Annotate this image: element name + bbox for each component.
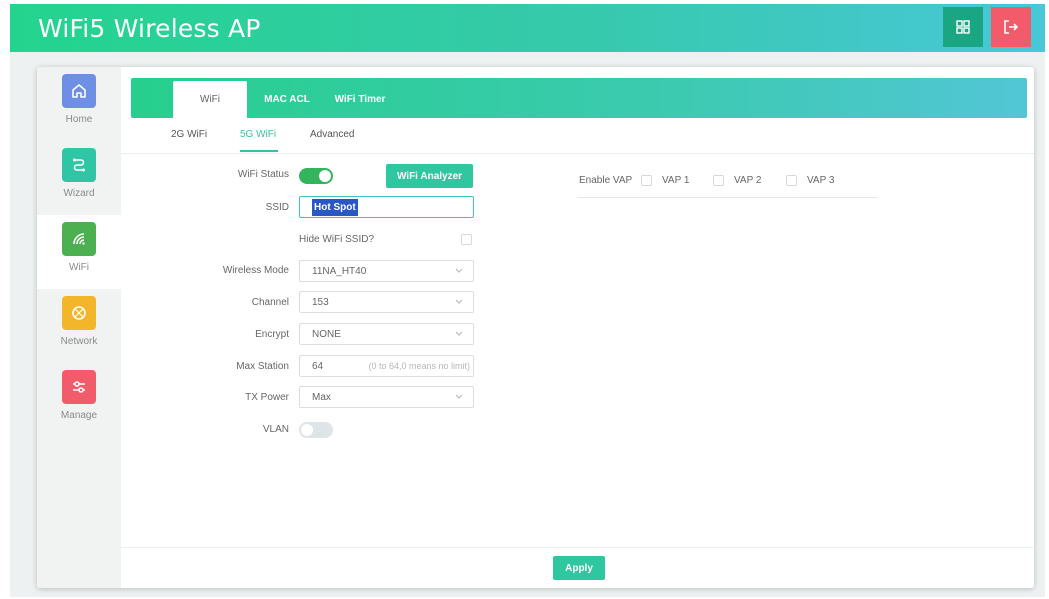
- sidebar: Home Wizard WiFi Network Manage: [37, 67, 121, 588]
- top-bar: WiFi5 Wireless AP: [10, 4, 1045, 52]
- divider: [121, 153, 1034, 154]
- chevron-down-icon: [455, 299, 463, 304]
- vap-2-label: VAP 2: [734, 175, 762, 186]
- encrypt-select[interactable]: NONE: [299, 323, 474, 345]
- vlan-label: VLAN: [262, 424, 289, 435]
- tab-bar: WiFi MAC ACL WiFi Timer: [131, 78, 1027, 118]
- sidebar-item-label: Manage: [60, 410, 98, 421]
- hide-ssid-checkbox[interactable]: [461, 234, 472, 245]
- max-station-hint: (0 to 64,0 means no limit): [368, 361, 470, 371]
- subtab-2g-wifi[interactable]: 2G WiFi: [171, 129, 207, 140]
- network-icon: [62, 296, 96, 330]
- grid-icon: [956, 20, 970, 34]
- apply-button[interactable]: Apply: [553, 556, 605, 580]
- chevron-down-icon: [455, 394, 463, 399]
- max-station-label: Max Station: [236, 361, 289, 372]
- manage-icon: [62, 370, 96, 404]
- tx-power-label: TX Power: [245, 392, 289, 403]
- subtab-5g-wifi[interactable]: 5G WiFi: [240, 129, 276, 140]
- ssid-value: Hot Spot: [312, 198, 358, 216]
- sidebar-item-home[interactable]: Home: [37, 67, 121, 141]
- sidebar-item-label: Network: [60, 336, 98, 347]
- enable-vap-label: Enable VAP: [579, 175, 633, 186]
- tx-power-select[interactable]: Max: [299, 386, 474, 408]
- wifi-analyzer-button[interactable]: WiFi Analyzer: [386, 164, 473, 188]
- ssid-input[interactable]: Hot Spot: [299, 196, 474, 218]
- chevron-down-icon: [455, 331, 463, 336]
- sidebar-item-label: Wizard: [63, 188, 95, 199]
- sidebar-item-network[interactable]: Network: [37, 289, 121, 363]
- logout-button[interactable]: [991, 7, 1031, 47]
- channel-select[interactable]: 153: [299, 291, 474, 313]
- wifi-status-label: WiFi Status: [237, 169, 289, 180]
- max-station-value: 64: [312, 360, 324, 372]
- encrypt-label: Encrypt: [255, 329, 289, 340]
- vlan-toggle[interactable]: [299, 422, 333, 438]
- app-title: WiFi5 Wireless AP: [38, 14, 261, 43]
- chevron-down-icon: [455, 268, 463, 273]
- main-card: Home Wizard WiFi Network Manage WiFi MAC…: [37, 67, 1034, 588]
- subtab-advanced[interactable]: Advanced: [310, 129, 354, 140]
- vap-1-checkbox[interactable]: [641, 175, 652, 186]
- wireless-mode-label: Wireless Mode: [222, 265, 289, 276]
- wifi-icon: [62, 222, 96, 256]
- hide-ssid-label: Hide WiFi SSID?: [299, 234, 375, 245]
- sidebar-item-label: WiFi: [69, 262, 89, 273]
- wifi-status-toggle[interactable]: [299, 168, 333, 184]
- ssid-label: SSID: [265, 202, 289, 213]
- wizard-icon: [62, 148, 96, 182]
- divider: [121, 547, 1034, 548]
- sidebar-item-label: Home: [65, 114, 93, 125]
- sidebar-item-wifi[interactable]: WiFi: [37, 215, 121, 289]
- sidebar-item-wizard[interactable]: Wizard: [37, 141, 121, 215]
- sidebar-item-manage[interactable]: Manage: [37, 363, 121, 437]
- vap-3-checkbox[interactable]: [786, 175, 797, 186]
- home-icon: [62, 74, 96, 108]
- vap-3-label: VAP 3: [807, 175, 835, 186]
- vap-1-label: VAP 1: [662, 175, 690, 186]
- vap-divider: [577, 197, 877, 198]
- tab-wifi-timer[interactable]: WiFi Timer: [325, 81, 395, 118]
- vap-2-checkbox[interactable]: [713, 175, 724, 186]
- channel-label: Channel: [251, 297, 289, 308]
- encrypt-value: NONE: [312, 328, 341, 340]
- wireless-mode-select[interactable]: 11NA_HT40: [299, 260, 474, 282]
- grid-button[interactable]: [943, 7, 983, 47]
- logout-icon: [1004, 20, 1019, 34]
- wireless-mode-value: 11NA_HT40: [312, 265, 367, 277]
- channel-value: 153: [312, 296, 329, 308]
- tab-wifi[interactable]: WiFi: [173, 81, 247, 118]
- tab-mac-acl[interactable]: MAC ACL: [251, 81, 323, 118]
- subtab-active-indicator: [240, 150, 278, 152]
- max-station-input[interactable]: 64 (0 to 64,0 means no limit): [299, 355, 474, 377]
- tx-power-value: Max: [312, 391, 331, 403]
